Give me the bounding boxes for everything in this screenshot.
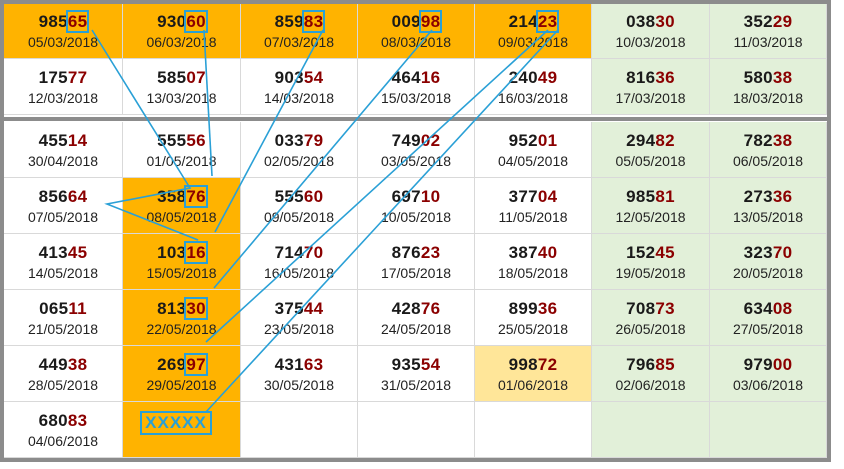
placeholder-box: XXXXX <box>140 411 212 435</box>
lottery-result-board: 98565 05/03/2018 93060 06/03/2018 85983 07/03… <box>0 0 844 469</box>
top-table-frame <box>0 0 831 117</box>
bottom-table-frame <box>0 117 831 462</box>
